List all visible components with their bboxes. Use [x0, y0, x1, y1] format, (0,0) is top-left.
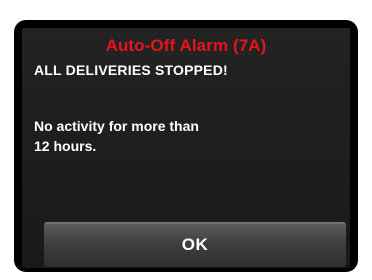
alarm-message: No activity for more than 12 hours. — [34, 118, 199, 154]
alarm-headline: ALL DELIVERIES STOPPED! — [34, 62, 228, 78]
ok-button-label: OK — [181, 235, 209, 254]
ok-button[interactable]: OK — [44, 222, 346, 267]
alarm-title: Auto-Off Alarm (7A) — [105, 36, 267, 55]
device-screen: Auto-Off Alarm (7A) ALL DELIVERIES STOPP… — [0, 0, 372, 280]
